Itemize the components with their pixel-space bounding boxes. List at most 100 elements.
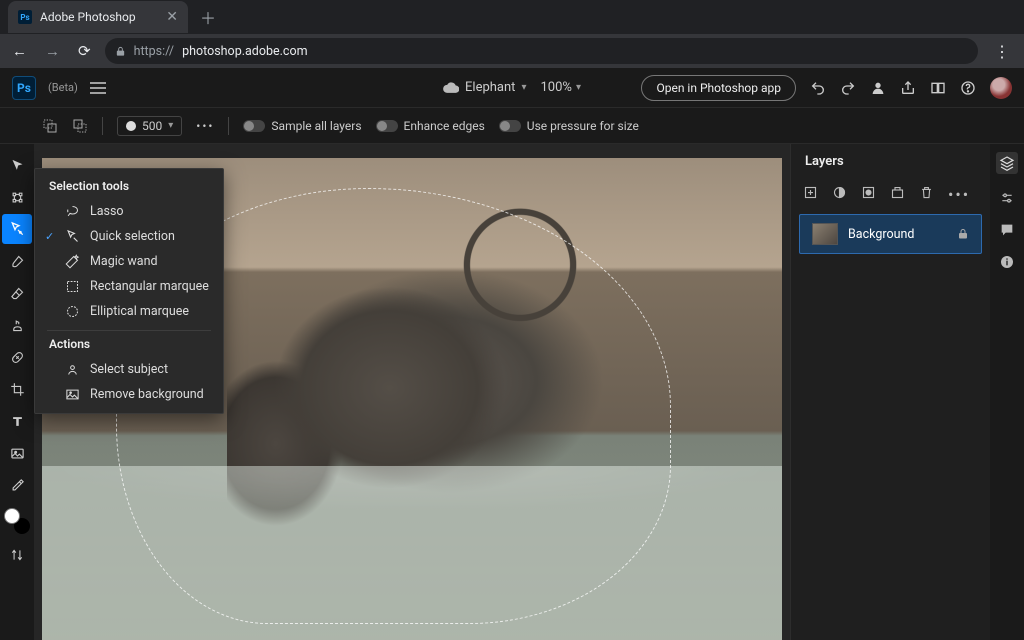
adjustments-rail-icon[interactable] [999,190,1015,206]
close-icon[interactable]: ✕ [166,9,178,25]
info-rail-icon[interactable] [999,254,1015,270]
sample-all-label: Sample all layers [271,119,361,133]
learn-icon[interactable] [930,80,946,96]
selection-tools-flyout: Selection tools Lasso ✓ Quick selection … [34,168,224,414]
back-button[interactable]: ← [8,42,31,60]
delete-layer-icon[interactable] [919,185,934,204]
magic-wand-icon [65,254,80,269]
chevron-down-icon: ▾ [521,82,526,93]
app-bar: Ps (Beta) Elephant ▾ 100% ▾ Open in Phot… [0,68,1024,108]
pressure-label: Use pressure for size [527,119,639,133]
flyout-label: Elliptical marquee [90,304,189,319]
remove-bg-icon [65,387,80,402]
brush-size-picker[interactable]: 500 ▾ [117,116,182,136]
layer-row-background[interactable]: Background [799,214,982,254]
app-bar-center: Elephant ▾ 100% ▾ [443,80,581,95]
browser-menu-icon[interactable]: ⋮ [988,42,1016,61]
crop-tool[interactable] [2,374,32,404]
ellipse-marquee-icon [65,304,80,319]
right-icon-rail [990,144,1024,640]
lock-icon[interactable] [957,228,969,240]
zoom-dropdown[interactable]: 100% ▾ [540,80,580,95]
eraser-tool[interactable] [2,278,32,308]
open-in-app-button[interactable]: Open in Photoshop app [641,75,796,101]
flyout-label: Magic wand [90,254,158,269]
forward-button[interactable]: → [41,42,64,60]
transform-tool[interactable] [2,182,32,212]
layers-panel-title: Layers [791,144,990,179]
flyout-label: Lasso [90,204,124,219]
hamburger-icon[interactable] [90,82,106,94]
layer-more-icon[interactable]: ••• [948,185,970,204]
lock-icon [115,46,126,57]
layers-panel: Layers ••• Background [790,144,990,640]
add-adjustment-icon[interactable] [861,185,876,204]
app-bar-right: Open in Photoshop app [641,75,1012,101]
flyout-section-title: Actions [35,337,223,357]
eyedropper-tool[interactable] [2,470,32,500]
flyout-item-elliptical-marquee[interactable]: Elliptical marquee [35,299,223,324]
subtract-from-selection-icon[interactable] [72,118,88,134]
brush-tool[interactable] [2,246,32,276]
foreground-color-swatch[interactable] [4,508,20,524]
quick-selection-tool[interactable] [2,214,32,244]
color-swatches[interactable] [4,508,30,534]
clone-stamp-tool[interactable] [2,310,32,340]
rect-marquee-icon [65,279,80,294]
toggle-icon [376,120,398,132]
flyout-section-title: Selection tools [35,179,223,199]
layers-rail-icon[interactable] [996,152,1018,174]
brush-size-value: 500 [142,119,162,133]
flyout-item-quick-selection[interactable]: ✓ Quick selection [35,224,223,249]
healing-tool[interactable] [2,342,32,372]
toggle-icon [499,120,521,132]
chevron-down-icon: ▾ [576,82,581,93]
browser-tab[interactable]: Ps Adobe Photoshop ✕ [8,1,188,33]
add-mask-icon[interactable] [832,185,847,204]
ps-logo[interactable]: Ps [12,76,36,100]
help-icon[interactable] [960,80,976,96]
brush-preview-icon [126,121,136,131]
document-name: Elephant [465,80,515,95]
layer-thumbnail [812,223,838,245]
add-layer-icon[interactable] [803,185,818,204]
toggle-icon [243,120,265,132]
undo-button[interactable] [810,80,826,96]
sample-all-layers-toggle[interactable]: Sample all layers [243,119,361,133]
flyout-label: Rectangular marquee [90,279,209,294]
url-protocol: https:// [134,44,175,59]
pressure-toggle[interactable]: Use pressure for size [499,119,639,133]
tab-title: Adobe Photoshop [40,10,136,24]
move-tool[interactable] [2,150,32,180]
reload-button[interactable]: ⟳ [74,42,95,60]
flyout-item-select-subject[interactable]: Select subject [35,357,223,382]
avatar[interactable] [990,77,1012,99]
zoom-value: 100% [540,80,571,95]
new-tab-button[interactable]: ＋ [194,5,222,29]
share-icon[interactable] [900,80,916,96]
enhance-edges-toggle[interactable]: Enhance edges [376,119,485,133]
comments-rail-icon[interactable] [999,222,1015,238]
place-image-tool[interactable] [2,438,32,468]
document-title-dropdown[interactable]: Elephant ▾ [443,80,526,95]
swap-colors-tool[interactable] [2,540,32,570]
redo-button[interactable] [840,80,856,96]
add-to-selection-icon[interactable] [42,118,58,134]
ps-favicon: Ps [18,10,32,24]
separator [102,117,103,135]
cloud-icon [443,82,459,93]
flyout-item-magic-wand[interactable]: Magic wand [35,249,223,274]
flyout-label: Remove background [90,387,204,402]
flyout-item-remove-background[interactable]: Remove background [35,382,223,407]
flyout-divider [47,330,211,331]
quick-selection-icon [65,229,80,244]
flyout-item-lasso[interactable]: Lasso [35,199,223,224]
invite-icon[interactable] [870,80,886,96]
type-tool[interactable] [2,406,32,436]
clip-mask-icon[interactable] [890,185,905,204]
flyout-item-rectangular-marquee[interactable]: Rectangular marquee [35,274,223,299]
url-field[interactable]: https://photoshop.adobe.com [105,38,978,64]
options-bar: 500 ▾ ••• Sample all layers Enhance edge… [0,108,1024,144]
lasso-icon [65,204,80,219]
more-options-icon[interactable]: ••• [196,119,214,133]
